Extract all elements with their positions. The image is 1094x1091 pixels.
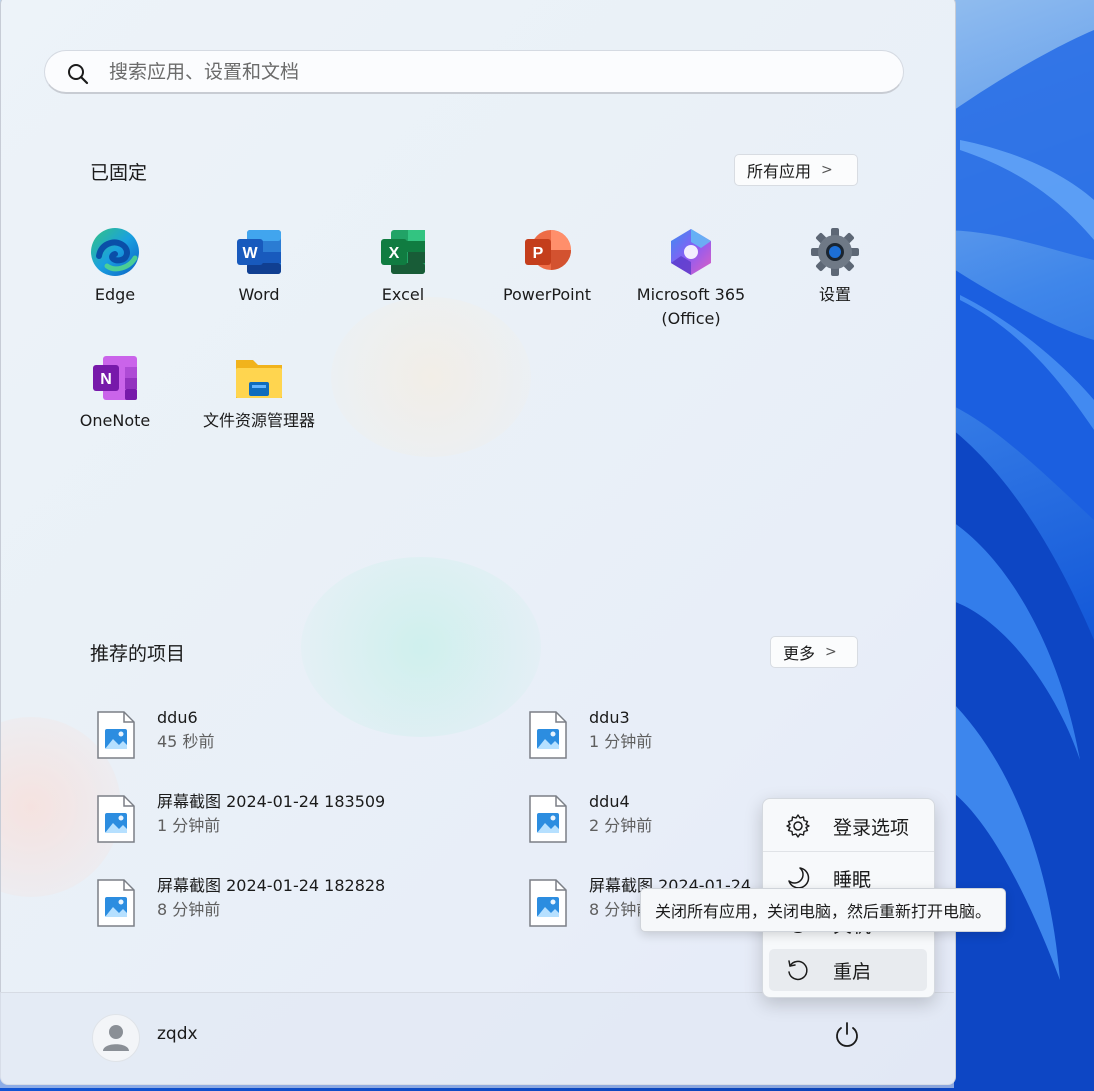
item-time: 45 秒前 [157,732,215,751]
svg-text:P: P [533,245,544,262]
settings-gear-icon [809,226,861,278]
word-icon: W [233,226,285,278]
image-file-icon [97,711,135,759]
user-icon [103,1025,129,1051]
all-apps-label: 所有应用 [747,162,812,181]
search-input[interactable] [107,51,881,93]
app-word[interactable]: W Word [191,226,327,307]
item-name: ddu4 [589,792,630,811]
item-time: 1 分钟前 [589,732,653,751]
item-time: 2 分钟前 [589,816,653,835]
svg-text:N: N [100,371,112,388]
restart-item[interactable]: 重启 [769,949,927,991]
image-file-icon [97,795,135,843]
app-label: 设置 [818,285,851,304]
powerpoint-icon: P [521,226,573,278]
microsoft-365-icon [665,226,717,278]
gear-icon [786,814,810,838]
search-icon [67,63,89,89]
app-label: Microsoft 365 (Office) [636,285,746,328]
image-file-icon [529,879,567,927]
restart-label: 重启 [833,960,872,983]
excel-icon: X [377,226,429,278]
user-name[interactable]: zqdx [157,1024,198,1044]
signin-options-item[interactable]: 登录选项 [769,805,927,847]
recommended-item[interactable]: 屏幕截图 2024-01-24 183509 1 分钟前 [96,790,385,843]
app-label: Word [238,285,280,304]
item-time: 8 分钟前 [157,900,221,919]
more-button[interactable]: 更多 > [770,636,858,668]
recommended-item[interactable]: ddu4 2 分钟前 [528,790,652,843]
image-file-icon [529,711,567,759]
app-powerpoint[interactable]: P PowerPoint [479,226,615,307]
app-label: OneNote [79,411,151,430]
app-label: 文件资源管理器 [202,411,315,430]
item-time: 1 分钟前 [157,816,221,835]
start-footer [0,992,954,1088]
recommended-item[interactable]: ddu6 45 秒前 [96,706,214,759]
app-settings[interactable]: 设置 [767,226,903,307]
pinned-title: 已固定 [90,162,148,184]
chevron-right-icon: > [825,644,837,660]
item-name: ddu3 [589,708,630,727]
chevron-right-icon: > [821,162,833,178]
restart-tooltip: 关闭所有应用，关闭电脑，然后重新打开电脑。 [640,888,1007,932]
file-explorer-icon [233,352,285,404]
svg-text:X: X [389,245,400,262]
onenote-icon: N [89,352,141,404]
item-name: 屏幕截图 2024-01-24 182828 [157,876,386,895]
search-box[interactable] [44,50,904,94]
more-label: 更多 [783,644,816,663]
app-label: Excel [381,285,425,304]
svg-text:W: W [242,245,258,262]
app-file-explorer[interactable]: 文件资源管理器 [191,352,327,433]
image-file-icon [529,795,567,843]
recommended-item[interactable]: 屏幕截图 2024-01-24 182828 8 分钟前 [96,874,385,927]
recommended-title: 推荐的项目 [90,643,186,665]
divider [763,851,934,852]
item-name: ddu6 [157,708,198,727]
restart-icon [788,960,808,981]
power-icon [836,1022,858,1047]
all-apps-button[interactable]: 所有应用 > [734,154,858,186]
edge-icon [89,226,141,278]
app-label: PowerPoint [502,285,592,304]
app-excel[interactable]: X Excel [335,226,471,307]
app-microsoft-365[interactable]: Microsoft 365 (Office) [623,226,759,331]
signin-options-label: 登录选项 [833,816,910,839]
app-edge[interactable]: Edge [47,226,183,307]
recommended-item[interactable]: ddu3 1 分钟前 [528,706,652,759]
user-avatar[interactable] [92,1014,140,1062]
item-name: 屏幕截图 2024-01-24 183509 [157,792,386,811]
image-file-icon [97,879,135,927]
power-button[interactable] [830,1018,864,1052]
app-label: Edge [94,285,136,304]
app-onenote[interactable]: N OneNote [47,352,183,433]
